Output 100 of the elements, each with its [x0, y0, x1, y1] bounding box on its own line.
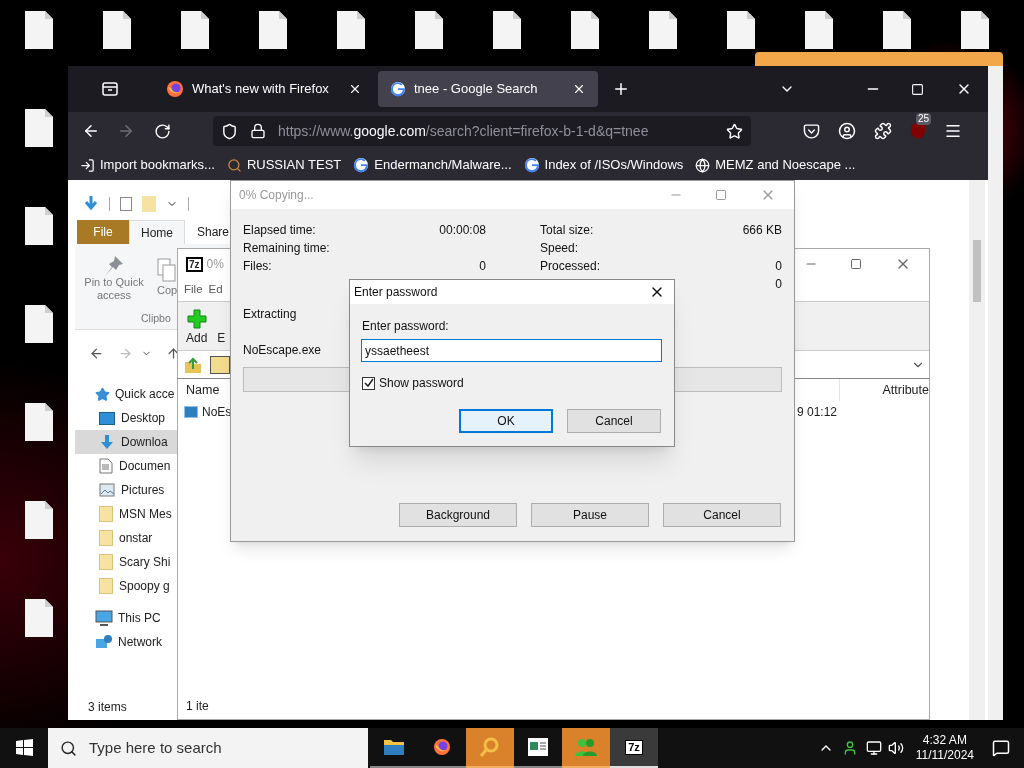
- file-icon[interactable]: [24, 500, 54, 540]
- close-icon[interactable]: [572, 82, 586, 96]
- forward-icon[interactable]: [117, 122, 135, 140]
- url-text: https://www.google.com/search?client=firefox-b-1-d&q=tnee: [278, 121, 650, 141]
- tab-list-icon[interactable]: [102, 82, 118, 96]
- file-row[interactable]: NoEs: [184, 403, 232, 421]
- file-icon[interactable]: [882, 10, 912, 50]
- file-icon[interactable]: [492, 10, 522, 50]
- column-header[interactable]: Attribute: [882, 380, 929, 400]
- reload-icon[interactable]: [154, 122, 171, 140]
- file-icon[interactable]: [414, 10, 444, 50]
- close-icon[interactable]: [348, 82, 362, 96]
- file-icon[interactable]: [24, 304, 54, 344]
- document-icon: [99, 458, 113, 474]
- browser-tab[interactable]: tnee - Google Search: [378, 71, 598, 107]
- cancel-button[interactable]: Cancel: [567, 409, 661, 433]
- file-icon[interactable]: [726, 10, 756, 50]
- file-icon[interactable]: [24, 206, 54, 246]
- bookmark-item[interactable]: Import bookmarks...: [80, 155, 215, 175]
- column-header[interactable]: Name: [186, 380, 220, 400]
- pin-button[interactable]: Pin to Quick access: [81, 256, 147, 302]
- menu-item[interactable]: File: [184, 281, 203, 299]
- bookmark-item[interactable]: Index of /ISOs/Windows: [523, 155, 684, 175]
- bookmark-item[interactable]: RUSSIAN TEST: [226, 155, 342, 175]
- file-icon[interactable]: [102, 10, 132, 50]
- nav-tree-item[interactable]: Pictures: [75, 478, 177, 502]
- taskbar-app[interactable]: 7z: [610, 728, 658, 768]
- file-icon[interactable]: [804, 10, 834, 50]
- account-icon[interactable]: [838, 122, 856, 140]
- ribbon-tab[interactable]: Home: [129, 220, 185, 244]
- network-icon[interactable]: [865, 740, 882, 756]
- window-icon: [527, 737, 549, 757]
- field-label: Enter password:: [362, 318, 449, 335]
- notifications-icon[interactable]: [992, 739, 1010, 757]
- stat-label: Speed:: [540, 240, 579, 257]
- file-name: NoEscape.exe: [243, 342, 322, 359]
- address-bar[interactable]: https://www.google.com/search?client=firefox-b-1-d&q=tnee: [213, 116, 751, 146]
- file-icon[interactable]: [180, 10, 210, 50]
- ok-button[interactable]: OK: [459, 409, 553, 433]
- archive-folder-icon[interactable]: [210, 355, 230, 374]
- status-text: 1 ite: [186, 698, 209, 715]
- download-icon: [99, 434, 115, 450]
- magnifier-icon: [479, 736, 501, 758]
- shield-icon[interactable]: [221, 122, 238, 140]
- file-icon[interactable]: [570, 10, 600, 50]
- up-folder-icon[interactable]: [184, 355, 202, 374]
- bookmark-item[interactable]: Endermanch/Malware...: [353, 155, 512, 175]
- file-icon[interactable]: [336, 10, 366, 50]
- nav-tree-item[interactable]: Scary Shi: [75, 550, 177, 574]
- menu-icon[interactable]: [944, 122, 962, 140]
- nav-tree-item[interactable]: Network: [75, 630, 177, 654]
- file-icon[interactable]: [24, 108, 54, 148]
- nav-tree-item[interactable]: Desktop: [75, 406, 177, 430]
- star-icon: [95, 386, 110, 402]
- ribbon-tab[interactable]: Share: [185, 220, 230, 244]
- copy-button[interactable]: Cop: [157, 256, 178, 302]
- firefox-icon[interactable]: [433, 738, 451, 756]
- back-icon[interactable]: [82, 122, 100, 140]
- ribbon-group-label: Clipbo: [141, 311, 171, 327]
- stat-value: 00:00:08: [439, 222, 486, 239]
- add-button[interactable]: Add: [186, 309, 208, 347]
- bookmark-item[interactable]: MEMZ and Noescape ...: [695, 155, 856, 175]
- menu-item[interactable]: Ed: [208, 281, 223, 299]
- file-icon[interactable]: [960, 10, 990, 50]
- ribbon-tab[interactable]: File: [77, 220, 129, 244]
- clock[interactable]: 4:32 AM 11/11/2024: [915, 733, 974, 763]
- folder-icon: [99, 506, 113, 522]
- extract-button[interactable]: E: [217, 329, 226, 347]
- nav-tree-item[interactable]: This PC: [75, 606, 177, 630]
- lock-icon[interactable]: [250, 123, 266, 139]
- nav-tree-item[interactable]: MSN Mes: [75, 502, 177, 526]
- pocket-icon[interactable]: [803, 122, 820, 140]
- extensions-icon[interactable]: [874, 122, 892, 140]
- operation-label: Extracting: [243, 306, 297, 323]
- app-logo: 7z: [186, 256, 203, 272]
- nav-tree-item[interactable]: Documen: [75, 454, 177, 478]
- file-icon[interactable]: [24, 598, 54, 638]
- nav-tree-item[interactable]: Downloa: [75, 430, 177, 454]
- firefox-icon[interactable]: [166, 80, 184, 98]
- file-icon[interactable]: [648, 10, 678, 50]
- checkbox[interactable]: [362, 376, 375, 390]
- file-icon[interactable]: [24, 402, 54, 442]
- nav-tree-item[interactable]: Spoopy g: [75, 574, 177, 598]
- dialog-button[interactable]: Pause: [531, 503, 649, 527]
- new-tab-icon[interactable]: [612, 80, 630, 98]
- search-field[interactable]: Type here to search: [48, 728, 368, 768]
- checkbox-label: Show password: [379, 375, 464, 392]
- dialog-button[interactable]: Background: [399, 503, 517, 527]
- file-icon[interactable]: [24, 10, 54, 50]
- volume-icon[interactable]: [887, 740, 904, 756]
- password-field[interactable]: yssaetheest: [361, 339, 662, 362]
- back-icon[interactable]: [89, 345, 104, 361]
- network-icon: [95, 634, 113, 650]
- properties-icon[interactable]: [83, 195, 99, 213]
- browser-tab[interactable]: What's new with Firefox: [154, 71, 374, 107]
- dialog-button[interactable]: Cancel: [663, 503, 781, 527]
- nav-tree-item[interactable]: Quick acce: [75, 382, 177, 406]
- file-icon[interactable]: [258, 10, 288, 50]
- nav-tree-item[interactable]: onstar: [75, 526, 177, 550]
- bookmark-star-icon[interactable]: [726, 122, 743, 140]
